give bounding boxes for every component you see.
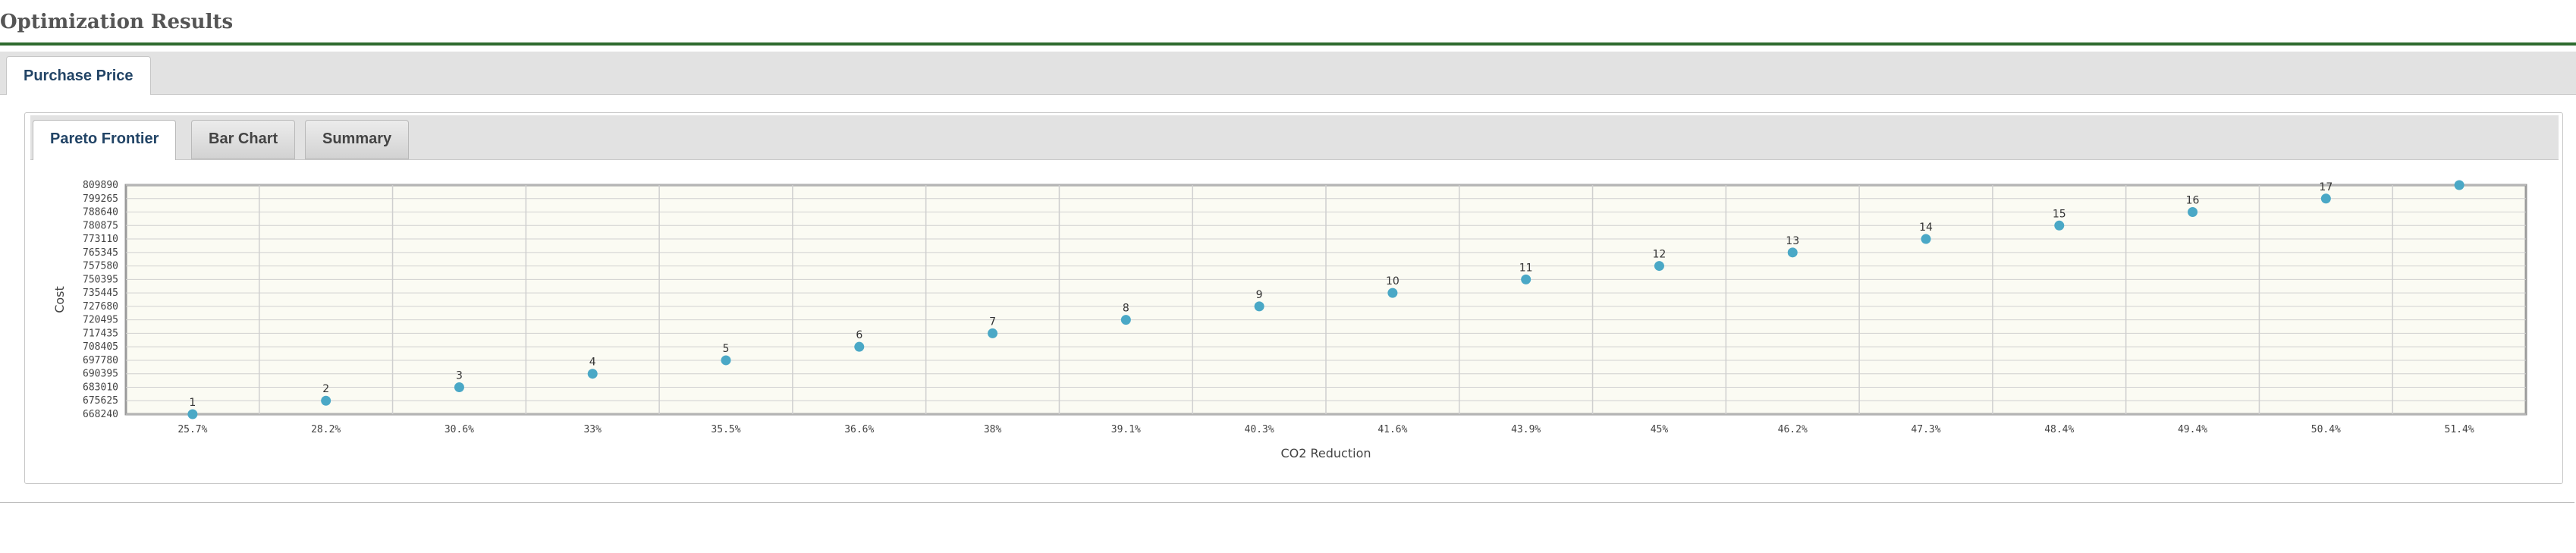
data-point xyxy=(454,382,464,392)
pareto-chart: 8098907992657886407808757731107653457575… xyxy=(52,180,2527,460)
data-point xyxy=(721,355,731,366)
x-tick-label: 47.3% xyxy=(1911,424,1940,435)
data-point xyxy=(2454,180,2464,190)
x-tick-label: 30.6% xyxy=(445,424,474,435)
point-label: 4 xyxy=(589,357,596,369)
point-label: 7 xyxy=(989,316,996,328)
x-tick-label: 33% xyxy=(583,424,602,435)
x-tick-label: 36.6% xyxy=(844,424,874,435)
data-point xyxy=(2054,220,2065,231)
y-tick-label: 690395 xyxy=(83,369,118,380)
data-point xyxy=(1120,315,1131,325)
y-tick-label: 717435 xyxy=(83,328,118,339)
data-point xyxy=(988,328,998,338)
point-label: 16 xyxy=(2186,195,2200,207)
data-point xyxy=(2320,193,2331,204)
point-label: 2 xyxy=(322,383,329,395)
point-label: 15 xyxy=(2053,208,2066,220)
x-tick-label: 48.4% xyxy=(2044,424,2074,435)
y-axis-label: Cost xyxy=(52,286,67,313)
data-point xyxy=(1921,234,1931,244)
data-point xyxy=(1654,261,1664,272)
point-label: 1 xyxy=(189,397,196,409)
x-tick-label: 46.2% xyxy=(1778,424,1808,435)
x-tick-label: 28.2% xyxy=(311,424,341,435)
y-tick-label: 720495 xyxy=(83,315,118,326)
y-tick-label: 757580 xyxy=(83,261,118,272)
y-tick-label: 773110 xyxy=(83,234,118,245)
x-tick-label: 41.6% xyxy=(1378,424,1407,435)
y-tick-label: 727680 xyxy=(83,301,118,313)
data-point xyxy=(587,369,598,379)
y-tick-label: 683010 xyxy=(83,382,118,393)
x-axis-label: CO2 Reduction xyxy=(1280,446,1371,460)
point-label: 5 xyxy=(723,343,730,355)
data-point xyxy=(2188,207,2198,218)
point-label: 11 xyxy=(1519,262,1533,274)
x-tick-label: 25.7% xyxy=(177,424,207,435)
y-tick-label: 675625 xyxy=(83,395,118,407)
data-point xyxy=(1254,301,1264,312)
point-label: 10 xyxy=(1386,275,1400,287)
y-tick-label: 780875 xyxy=(83,220,118,231)
x-tick-label: 49.4% xyxy=(2178,424,2207,435)
point-label: 9 xyxy=(1256,289,1263,301)
point-label: 3 xyxy=(456,369,463,382)
y-tick-label: 735445 xyxy=(83,287,118,299)
x-tick-label: 51.4% xyxy=(2445,424,2474,435)
y-tick-label: 708405 xyxy=(83,341,118,353)
point-label: 12 xyxy=(1653,249,1667,261)
y-tick-label: 809890 xyxy=(83,180,118,191)
point-label: 14 xyxy=(1919,222,1933,234)
x-tick-label: 35.5% xyxy=(711,424,740,435)
point-label: 6 xyxy=(856,329,862,341)
y-tick-label: 788640 xyxy=(83,207,118,218)
point-label: 8 xyxy=(1123,303,1129,315)
y-tick-label: 765345 xyxy=(83,247,118,259)
data-point xyxy=(187,409,198,419)
y-tick-label: 799265 xyxy=(83,193,118,205)
data-point xyxy=(1787,247,1798,258)
x-tick-label: 43.9% xyxy=(1511,424,1541,435)
data-point xyxy=(321,395,331,406)
data-point xyxy=(1521,274,1531,284)
x-tick-label: 50.4% xyxy=(2311,424,2341,435)
x-tick-label: 40.3% xyxy=(1245,424,1274,435)
y-tick-label: 668240 xyxy=(83,409,118,420)
x-tick-label: 39.1% xyxy=(1111,424,1141,435)
y-tick-label: 697780 xyxy=(83,355,118,366)
data-point xyxy=(854,341,865,352)
point-label: 17 xyxy=(2319,181,2333,193)
x-tick-label: 45% xyxy=(1651,424,1669,435)
y-tick-label: 750395 xyxy=(83,274,118,285)
data-point xyxy=(1387,287,1398,298)
x-tick-label: 38% xyxy=(984,424,1002,435)
point-label: 13 xyxy=(1786,235,1799,247)
